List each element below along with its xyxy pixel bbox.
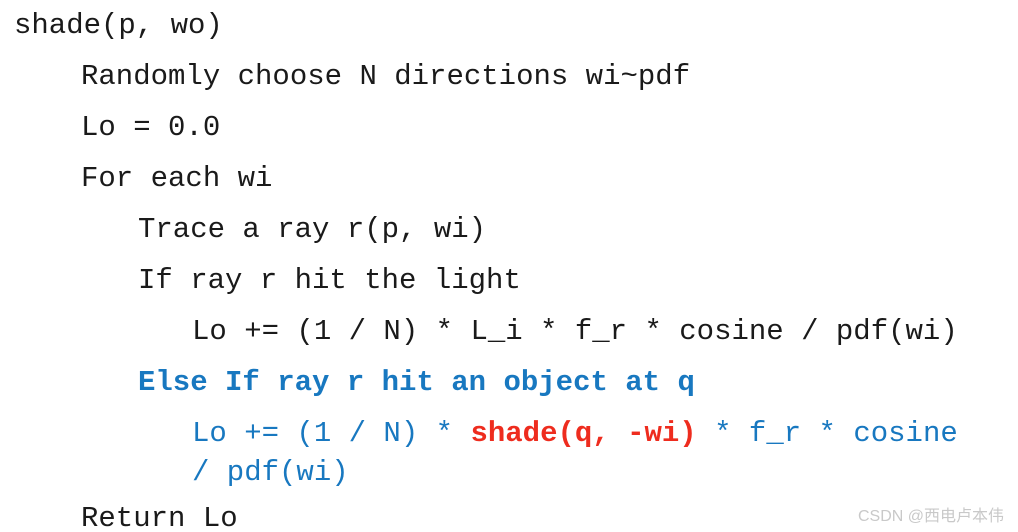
code-line-else-if-hit-object: Else If ray r hit an object at q	[138, 366, 695, 399]
code-line-for-each-wi: For each wi	[81, 162, 273, 195]
code-line-lo-accumulate-recursive-continued: / pdf(wi)	[192, 456, 349, 489]
code-line-lo-accumulate-light: Lo += (1 / N) * L_i * f_r * cosine / pdf…	[192, 315, 958, 348]
code-block: shade(p, wo) Randomly choose N direction…	[0, 0, 1018, 532]
code-line-lo-accumulate-recursive: Lo += (1 / N) * shade(q, -wi) * f_r * co…	[0, 408, 1018, 459]
code-segment-recursive-call: shade(q, -wi)	[470, 417, 697, 450]
code-segment-recursive-prefix: Lo += (1 / N) *	[192, 417, 471, 450]
code-line-randomly-choose: Randomly choose N directions wi~pdf	[81, 60, 691, 93]
pseudocode-slide: shade(p, wo) Randomly choose N direction…	[0, 0, 1018, 532]
code-line-lo-init: Lo = 0.0	[81, 111, 221, 144]
code-segment-recursive-suffix: * f_r * cosine	[696, 417, 958, 450]
code-line-if-hit-light: If ray r hit the light	[138, 264, 521, 297]
code-line-shade-signature: shade(p, wo)	[14, 9, 223, 42]
csdn-watermark: CSDN @西电卢本伟	[857, 508, 1004, 525]
code-line-trace-ray: Trace a ray r(p, wi)	[138, 213, 487, 246]
